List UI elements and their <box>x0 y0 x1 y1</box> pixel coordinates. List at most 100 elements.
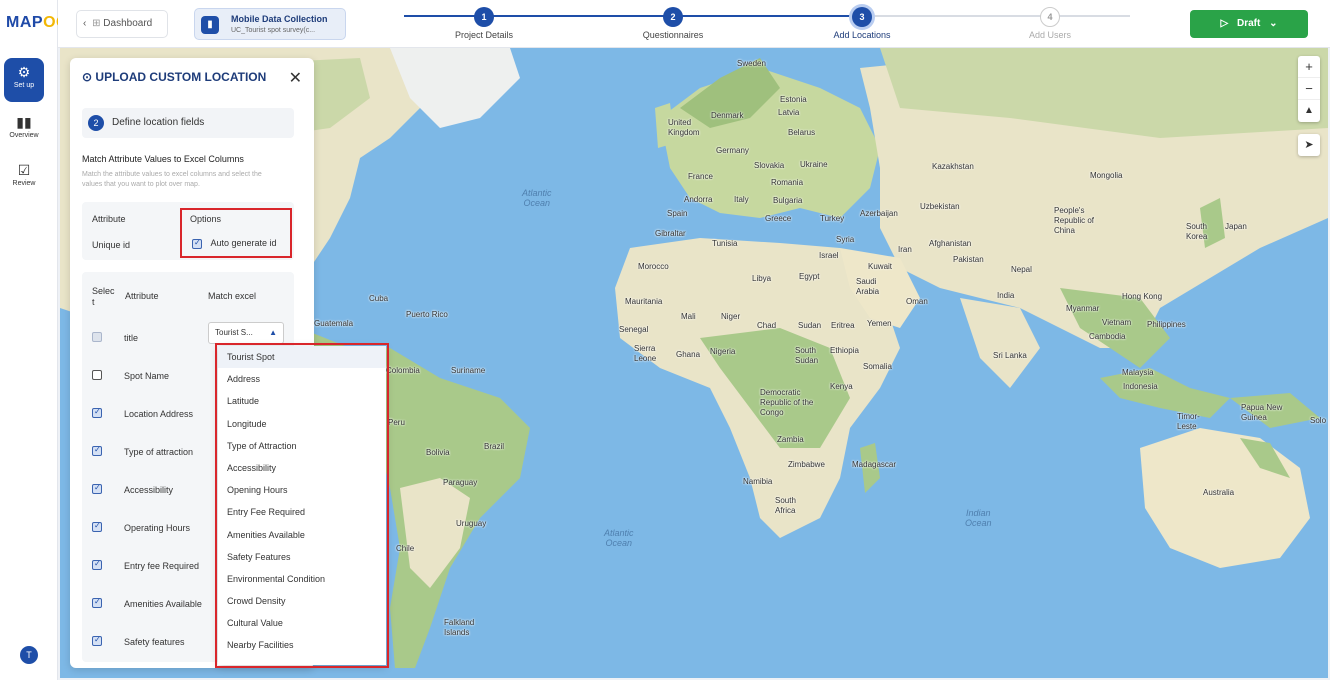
row-checkbox[interactable] <box>92 370 102 380</box>
row-checkbox[interactable] <box>92 521 102 532</box>
step-1-badge[interactable]: 1 <box>474 7 494 27</box>
unique-id-table: Attribute Options Unique id Auto generat… <box>82 202 294 260</box>
step-2-label[interactable]: Questionnaires <box>613 30 733 40</box>
match-excel-select[interactable]: Tourist S... ▲ <box>208 322 284 344</box>
step-4-badge[interactable]: 4 <box>1040 7 1060 27</box>
avatar[interactable]: T <box>20 646 38 664</box>
country-label: Solo <box>1310 416 1327 425</box>
locate-me-icon[interactable]: ➤ <box>1298 134 1320 156</box>
country-label: Chile <box>396 544 415 553</box>
row-checkbox[interactable] <box>92 559 102 570</box>
step-1-label[interactable]: Project Details <box>424 30 544 40</box>
country-label: Greece <box>765 214 792 223</box>
country-label: Morocco <box>638 262 669 271</box>
country-label: Italy <box>734 195 749 204</box>
country-label: Peru <box>388 418 405 427</box>
rail-item-setup[interactable]: ⚙ Set up <box>4 58 44 102</box>
country-label: Germany <box>716 146 749 155</box>
country-label: South Sudan <box>795 346 819 365</box>
country-label: Kenya <box>830 382 853 391</box>
country-label: Zambia <box>777 435 804 444</box>
country-label: Oman <box>906 297 928 306</box>
row-checkbox[interactable] <box>92 445 102 456</box>
country-label: Kuwait <box>868 262 893 271</box>
country-label: Tunisia <box>712 239 738 248</box>
country-label: Turkey <box>820 214 845 223</box>
row-checkbox[interactable] <box>92 483 102 494</box>
country-label: Timor-Leste <box>1177 412 1200 431</box>
section-header[interactable]: 2 Define location fields <box>82 108 294 138</box>
map-zoom-controls: + − ▲ <box>1298 56 1320 122</box>
project-card[interactable]: ▮ Mobile Data Collection UC_Tourist spot… <box>194 8 346 40</box>
country-label: Puerto Rico <box>406 310 448 319</box>
step-3-label[interactable]: Add Locations <box>802 30 922 40</box>
dashboard-back-button[interactable]: ‹ ⊞ Dashboard <box>76 10 168 38</box>
zoom-in-button[interactable]: + <box>1298 56 1320 78</box>
country-label: Niger <box>721 312 741 321</box>
progress-line-pending <box>860 15 1130 17</box>
country-label: Andorra <box>684 195 713 204</box>
country-label: Colombia <box>386 366 420 375</box>
country-label: Paraguay <box>443 478 478 487</box>
rail-item-review[interactable]: ☑ Review <box>4 156 44 200</box>
step-2-badge[interactable]: 2 <box>663 7 683 27</box>
country-label: Cuba <box>369 294 389 303</box>
dashboard-label: Dashboard <box>103 18 153 29</box>
row-checkbox[interactable] <box>92 332 102 342</box>
country-label: Mauritania <box>625 297 663 306</box>
country-label: Mali <box>681 312 696 321</box>
attribute-name: Type of attraction <box>124 446 194 457</box>
rail-item-overview[interactable]: ▮▮ Overview <box>4 108 44 152</box>
chevron-down-icon: ⌄ <box>1269 18 1278 29</box>
country-label: South Africa <box>775 496 796 515</box>
step-4-label[interactable]: Add Users <box>990 30 1110 40</box>
country-label: Bolivia <box>426 448 450 457</box>
phone-icon: ▮ <box>201 16 219 34</box>
country-label: Cambodia <box>1089 332 1126 341</box>
country-label: Estonia <box>780 95 807 104</box>
unique-id-label: Unique id <box>92 240 131 250</box>
attribute-name: Spot Name <box>124 370 170 381</box>
section-number-badge: 2 <box>88 115 104 131</box>
close-icon[interactable]: ✕ <box>289 68 302 88</box>
country-label: Zimbabwe <box>788 460 825 469</box>
attribute-name: Operating Hours <box>124 522 191 533</box>
row-checkbox[interactable] <box>92 635 102 646</box>
country-label: Suriname <box>451 366 486 375</box>
country-label: Brazil <box>484 442 505 451</box>
country-label: Ethiopia <box>830 346 859 355</box>
country-label: Hong Kong <box>1122 292 1163 301</box>
project-title: Mobile Data Collection <box>231 14 328 24</box>
highlight-box <box>215 343 389 668</box>
country-label: Nigeria <box>710 347 736 356</box>
chevron-up-icon: ▲ <box>269 328 277 337</box>
select-value: Tourist S... <box>215 328 253 337</box>
country-label: Sudan <box>798 321 822 330</box>
country-label: Saudi Arabia <box>856 277 880 296</box>
top-bar: ‹ ⊞ Dashboard ▮ Mobile Data Collection U… <box>58 0 1330 48</box>
attribute-name: Location Address <box>124 408 194 419</box>
bar-chart-icon: ▮▮ <box>16 114 32 130</box>
ocean-label: Atlantic Ocean <box>604 528 634 548</box>
country-label: Vietnam <box>1102 318 1132 327</box>
step-3-badge[interactable]: 3 <box>852 7 872 27</box>
chevron-left-icon: ‹ <box>83 18 87 29</box>
draft-button[interactable]: ▷ Draft ⌄ <box>1190 10 1308 38</box>
country-label: Egypt <box>799 272 820 281</box>
zoom-out-button[interactable]: − <box>1298 78 1320 100</box>
attribute-name: Entry fee Required <box>124 560 200 571</box>
country-label: Australia <box>1203 488 1235 497</box>
country-label: Falkland Islands <box>444 618 475 637</box>
attribute-name: Safety features <box>124 636 185 647</box>
row-checkbox[interactable] <box>92 597 102 608</box>
country-label: Sierra Leone <box>634 344 657 363</box>
column-header-match-excel: Match excel <box>208 291 257 301</box>
country-label: Nepal <box>1011 265 1032 274</box>
country-label: Slovakia <box>754 161 785 170</box>
compass-icon[interactable]: ▲ <box>1298 100 1320 122</box>
draft-label: Draft <box>1236 18 1261 29</box>
rail-item-label: Set up <box>13 82 35 89</box>
country-label: Israel <box>819 251 839 260</box>
country-label: Papua New Guinea <box>1241 403 1283 422</box>
row-checkbox[interactable] <box>92 407 102 418</box>
